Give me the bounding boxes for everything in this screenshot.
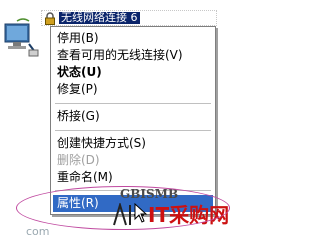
menu-separator xyxy=(55,130,211,131)
menu-item-create-shortcut[interactable]: 创建快捷方式(S) xyxy=(53,135,213,152)
watermark-site: com xyxy=(26,225,50,238)
menu-item-delete: 删除(D) xyxy=(57,153,100,167)
network-connection-icon[interactable] xyxy=(3,18,39,58)
menu-item-rename[interactable]: 重命名(M) xyxy=(53,169,213,186)
lock-icon xyxy=(45,12,55,25)
menu-item-repair[interactable]: 修复(P) xyxy=(53,81,213,98)
connection-name-label[interactable]: 无线网络连接 6 xyxy=(41,10,217,26)
highlight-oval xyxy=(16,186,230,230)
menu-item-status[interactable]: 状态(U) xyxy=(53,64,213,81)
connection-title: 无线网络连接 6 xyxy=(59,11,140,24)
menu-item-disable[interactable]: 停用(B) xyxy=(53,30,213,47)
menu-separator xyxy=(55,103,211,104)
menu-item-bridge[interactable]: 桥接(G) xyxy=(53,108,213,125)
menu-item-view-wireless[interactable]: 查看可用的无线连接(V) xyxy=(53,47,213,64)
